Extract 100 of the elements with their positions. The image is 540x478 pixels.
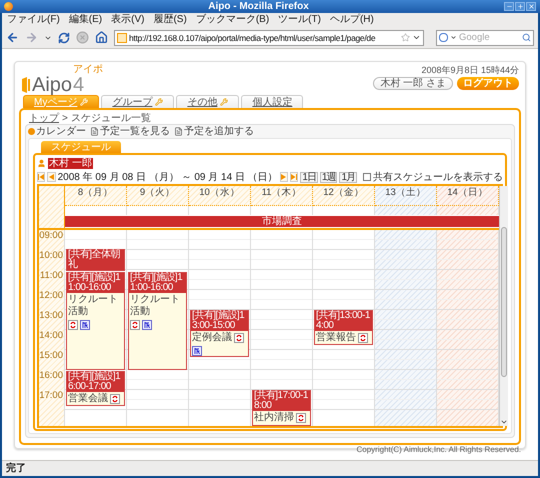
user-icon [37, 159, 46, 168]
url-text: http://192.168.0.107/aipo/portal/media-type/html/user/sample1/page/de [129, 32, 376, 44]
day-header: 14（日） [437, 186, 499, 206]
back-icon[interactable] [6, 31, 19, 44]
event-card[interactable]: [共有]13:00-14:00 営業報告 [314, 310, 373, 345]
reload-icon[interactable] [58, 32, 70, 44]
menu-item[interactable]: 履歴(S) [153, 14, 187, 26]
breadcrumb-link[interactable]: トップ [29, 112, 59, 124]
logo-text: Aipo [32, 75, 72, 95]
menu-item[interactable]: ブックマーク(B) [196, 14, 270, 26]
view-button[interactable]: 1週 [320, 172, 338, 182]
event-card[interactable]: [共有]17:00-18:00 社内清掃 [252, 390, 311, 426]
event-title: リクルート活動 [68, 294, 119, 318]
menu-item[interactable]: ファイル(F) [7, 14, 60, 26]
toolbar-link[interactable]: 予定を追加する [174, 126, 254, 137]
window-title: Aipo - Mozilla Firefox [207, 0, 310, 12]
hour-label: 13:00 [39, 310, 63, 321]
logo-version: 4 [73, 75, 84, 95]
first-week-button[interactable] [37, 172, 46, 182]
shared-checkbox[interactable] [363, 173, 372, 181]
user-button[interactable]: 木村 一郎 さま [373, 77, 453, 90]
menu-item[interactable]: 表示(V) [111, 14, 144, 26]
hour-label: 17:00 [39, 390, 63, 401]
event-header: [共有][施設]16:00-17:00 [67, 372, 124, 392]
date-range: 2008 年 09 月 08 日 （月） ～ 09 月 14 日 （日） [58, 172, 278, 182]
stop-icon[interactable] [76, 31, 89, 44]
event-header: [共有]13:00-14:00 [315, 311, 372, 331]
event-card[interactable]: [共有][施設]13:00-15:00 定例会議 [190, 310, 249, 357]
user-name-tag: 木村 一郎 [48, 158, 93, 169]
menu-item[interactable]: ツール(T) [278, 14, 321, 26]
logo-icon [21, 77, 31, 93]
close-icon [528, 3, 534, 10]
hour-label: 14:00 [39, 330, 63, 341]
address-field[interactable]: http://192.168.0.107/aipo/portal/media-type/html/user/sample1/page/de [114, 30, 424, 46]
event-header: [共有][施設]11:00-16:00 [67, 273, 124, 293]
menu-item[interactable]: 編集(E) [68, 14, 102, 26]
search-engine-icon[interactable] [439, 33, 448, 42]
checkbox-label: 共有スケジュールを表示する [373, 172, 504, 182]
day-header: 10（水） [189, 186, 251, 206]
event-card[interactable]: [共有]全体朝礼 [66, 249, 125, 271]
search-icon[interactable] [522, 33, 531, 42]
hour-label: 16:00 [39, 370, 63, 381]
bookmark-star-icon[interactable] [401, 33, 410, 42]
view-button[interactable]: 1日 [300, 172, 318, 182]
maximize-icon [516, 3, 524, 10]
logo-ruby: アイポ [73, 65, 104, 75]
day-header: 12（金） [313, 186, 375, 206]
copyright-text: Copyright(C) Aimluck,Inc. All Rights Reserved. [356, 445, 521, 455]
event-title: 営業会議 [68, 393, 108, 405]
url-dropdown-icon[interactable] [412, 33, 421, 42]
day-header: 11（木） [251, 186, 313, 206]
hour-label: 12:00 [39, 290, 63, 301]
event-title: 営業報告 [316, 332, 356, 344]
event-header: [共有][施設]11:00-16:00 [129, 273, 186, 293]
document-icon [90, 127, 99, 136]
day-header: 8（月） [65, 186, 127, 206]
settings-icon[interactable] [220, 98, 228, 106]
event-card[interactable]: [共有][施設]11:00-16:00 リクルート活動 [66, 272, 125, 370]
view-button[interactable]: 1月 [339, 172, 358, 182]
scroll-down-icon[interactable] [500, 418, 508, 426]
event-title: リクルート活動 [130, 294, 181, 318]
nav-tab[interactable]: その他 [176, 95, 240, 108]
event-title: 社内清掃 [254, 412, 294, 424]
close-button[interactable] [526, 2, 536, 11]
status-text: 完了 [6, 462, 26, 474]
toolbar-link[interactable]: カレンダー [28, 126, 86, 137]
multi-day-event[interactable]: 市場調査 [65, 216, 499, 227]
hour-label: 09:00 [39, 230, 63, 241]
all-day-cell [437, 206, 499, 215]
event-header: [共有]17:00-18:00 [253, 391, 310, 411]
forward-icon[interactable] [25, 31, 38, 44]
event-card[interactable]: [共有][施設]16:00-17:00 営業会議 [66, 371, 125, 406]
previous-week-button[interactable] [47, 172, 56, 182]
breadcrumb-separator: > [62, 112, 68, 124]
next-week-button[interactable] [280, 172, 288, 182]
menu-item[interactable]: ヘルプ(H) [330, 14, 374, 26]
day-header: 9（火） [127, 186, 189, 206]
scrollbar[interactable] [499, 186, 508, 426]
nav-tab[interactable]: グループ [101, 95, 174, 108]
search-input[interactable]: Google [459, 32, 517, 44]
home-icon[interactable] [95, 31, 108, 44]
engine-dropdown-icon[interactable] [450, 34, 457, 41]
minimize-button[interactable] [504, 2, 514, 11]
search-field[interactable]: Google [436, 30, 534, 46]
hour-label: 10:00 [39, 250, 63, 261]
all-day-cell [375, 206, 437, 215]
toolbar-link[interactable]: 予定一覧を見る [90, 126, 170, 137]
minimize-icon [506, 3, 512, 10]
settings-icon[interactable] [155, 98, 164, 106]
current-datetime: 2008年9月8日 15時44分 [421, 65, 519, 76]
event-card[interactable]: [共有][施設]11:00-16:00 リクルート活動 [128, 272, 187, 370]
event-header: [共有][施設]13:00-15:00 [191, 311, 248, 331]
event-title: 定例会議 [192, 332, 232, 344]
last-week-button[interactable] [290, 172, 298, 182]
breadcrumb-current: スケジュール一覧 [70, 112, 151, 124]
nav-tab[interactable]: 個人設定 [241, 95, 304, 108]
hour-label: 15:00 [39, 350, 63, 361]
document-icon [174, 127, 183, 136]
day-header: 13（土） [375, 186, 437, 206]
maximize-button[interactable] [515, 2, 525, 11]
